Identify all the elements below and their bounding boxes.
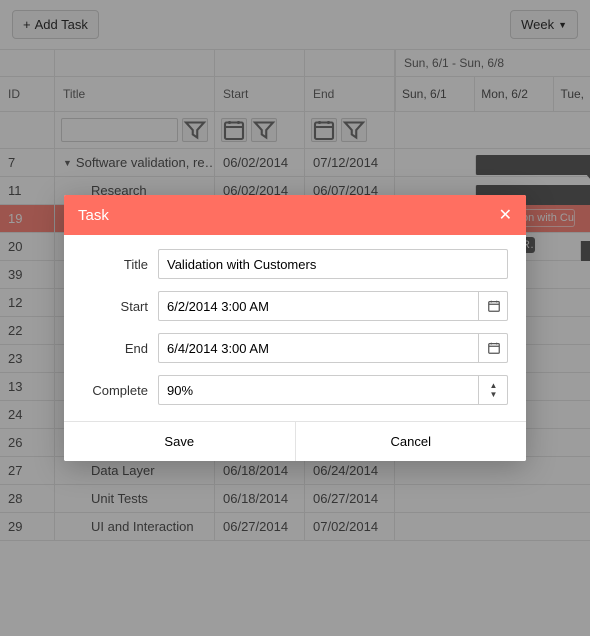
task-modal: Task ✕ Title Start End Complete ▲▼ Save (64, 195, 526, 461)
complete-field[interactable] (158, 375, 508, 405)
calendar-icon[interactable] (478, 291, 508, 321)
end-label: End (82, 341, 158, 356)
close-icon[interactable]: ✕ (499, 205, 512, 225)
spinner-down-icon: ▼ (490, 390, 498, 399)
start-field[interactable] (158, 291, 508, 321)
cancel-button[interactable]: Cancel (296, 422, 527, 461)
start-label: Start (82, 299, 158, 314)
spinner-buttons[interactable]: ▲▼ (478, 375, 508, 405)
complete-label: Complete (82, 383, 158, 398)
spinner-up-icon: ▲ (490, 381, 498, 390)
calendar-icon[interactable] (478, 333, 508, 363)
end-field[interactable] (158, 333, 508, 363)
modal-title: Task (78, 207, 109, 224)
save-button[interactable]: Save (64, 422, 296, 461)
modal-overlay[interactable]: Task ✕ Title Start End Complete ▲▼ Save (0, 0, 590, 636)
title-field[interactable] (158, 249, 508, 279)
title-label: Title (82, 257, 158, 272)
